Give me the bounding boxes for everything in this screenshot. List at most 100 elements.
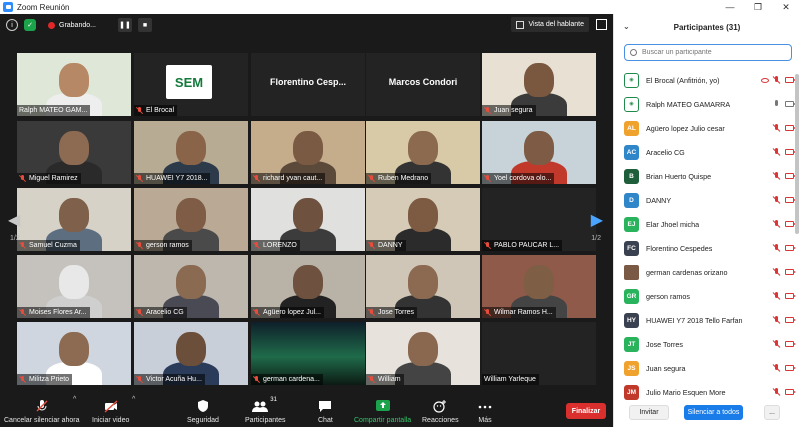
video-tile[interactable]: Miguel Ramirez — [17, 121, 131, 184]
tile-name-bar: gerson ramos — [134, 240, 192, 251]
participant-name: Brian Huerto Quispe — [646, 171, 712, 181]
video-tile[interactable]: german cardena... — [251, 322, 365, 385]
participants-button[interactable]: 31 Participantes — [245, 397, 286, 424]
camera-off-icon — [785, 389, 796, 395]
participant-row[interactable]: JS Juan segura — [614, 356, 796, 380]
tile-name-bar: DANNY — [366, 240, 406, 251]
audio-options-caret-icon[interactable]: ^ — [73, 396, 76, 403]
participant-row[interactable]: B Brian Huerto Quispe — [614, 164, 796, 188]
tile-name-label: William — [378, 376, 401, 383]
video-tile[interactable]: HUAWEI Y7 2018... — [134, 121, 248, 184]
speaker-view-button[interactable]: Vista del hablante — [511, 17, 589, 32]
video-tile[interactable]: SEM El Brocal — [134, 53, 248, 116]
participant-search-box[interactable] — [624, 44, 792, 61]
participant-row[interactable]: D DANNY — [614, 188, 796, 212]
tile-name-label: Victor Acuña Hu... — [146, 376, 202, 383]
mic-off-icon — [253, 309, 260, 316]
participant-row[interactable]: AC Aracelio CG — [614, 140, 796, 164]
person-face — [293, 198, 323, 232]
participant-row[interactable]: german cardenas orizano — [614, 260, 796, 284]
person-face — [408, 131, 438, 165]
info-icon[interactable]: i — [6, 19, 18, 31]
chat-button[interactable]: Chat — [318, 399, 333, 424]
video-tile[interactable]: PABLO PAUCAR L... — [482, 188, 596, 251]
invite-button[interactable]: Invitar — [629, 405, 669, 420]
record-dot-icon — [48, 21, 55, 29]
mute-all-button[interactable]: Silenciar a todos — [684, 405, 743, 420]
previous-page-arrow-icon[interactable]: ◀ — [8, 210, 20, 230]
fullscreen-icon[interactable] — [596, 19, 607, 30]
collapse-chevron-icon[interactable]: ⌄ — [623, 22, 630, 31]
reactions-button[interactable]: Reacciones — [422, 399, 459, 424]
participant-row[interactable]: ◉ Ralph MATEO GAMARRA — [614, 92, 796, 116]
participant-name: german cardenas orizano — [646, 267, 728, 277]
camera-off-icon — [785, 221, 796, 227]
participant-row[interactable]: FC Florentino Cespedes — [614, 236, 796, 260]
share-screen-icon — [375, 399, 390, 413]
participants-count: 31 — [270, 397, 277, 403]
participant-row[interactable]: AL Agüero lopez Julio cesar — [614, 116, 796, 140]
tile-name-label: Moises Flores Ar... — [29, 309, 87, 316]
participants-panel-footer: Invitar Silenciar a todos ... — [614, 397, 800, 427]
video-tile[interactable]: gerson ramos — [134, 188, 248, 251]
video-tile[interactable]: Ralph MATEO GAM... — [17, 53, 131, 116]
video-tile[interactable]: Jose Torres — [366, 255, 480, 318]
pause-recording-button[interactable]: ❚❚ — [117, 18, 132, 32]
start-video-button[interactable]: Iniciar video — [92, 399, 129, 424]
unmute-button[interactable]: Cancelar silenciar ahora — [4, 399, 79, 424]
maximize-button[interactable]: ❐ — [744, 0, 772, 14]
participant-row[interactable]: HY HUAWEI Y7 2018 Tello Farfan — [614, 308, 796, 332]
video-tile[interactable]: Florentino Cesp... — [251, 53, 365, 116]
video-tile[interactable]: Aracelio CG — [134, 255, 248, 318]
tile-name-label: HUAWEI Y7 2018... — [146, 175, 208, 182]
person-face — [524, 265, 554, 299]
video-tile[interactable]: Agüero lopez Jul... — [251, 255, 365, 318]
video-tile[interactable]: Juan segura — [482, 53, 596, 116]
share-screen-button[interactable]: Compartir pantalla — [354, 399, 411, 424]
video-tile[interactable]: Moises Flores Ar... — [17, 255, 131, 318]
participant-row[interactable]: JT Jose Torres — [614, 332, 796, 356]
tile-name-label: Yoel cordova olo... — [494, 175, 552, 182]
video-options-caret-icon[interactable]: ^ — [132, 396, 135, 403]
avatar: FC — [624, 240, 639, 256]
video-tile[interactable]: Victor Acuña Hu... — [134, 322, 248, 385]
video-tile[interactable]: Wilmar Ramos H... — [482, 255, 596, 318]
video-tile[interactable]: Samuel Cuzma — [17, 188, 131, 251]
next-page-arrow-icon[interactable]: ▶ — [591, 210, 603, 230]
participant-row[interactable]: ◉ El Brocal (Anfitrión, yo) — [614, 68, 796, 92]
mic-off-icon — [19, 376, 26, 383]
participant-row[interactable]: GR gerson ramos — [614, 284, 796, 308]
video-tile[interactable]: William Yarleque — [482, 322, 596, 385]
panel-more-button[interactable]: ... — [764, 405, 780, 420]
video-tile[interactable]: Yoel cordova olo... — [482, 121, 596, 184]
stop-recording-button[interactable]: ■ — [137, 18, 152, 32]
tile-name-bar: HUAWEI Y7 2018... — [134, 173, 211, 184]
shield-icon[interactable]: ✓ — [24, 19, 36, 31]
security-button[interactable]: Seguridad — [187, 399, 219, 424]
video-tile[interactable]: William — [366, 322, 480, 385]
video-tile[interactable]: LORENZO — [251, 188, 365, 251]
minimize-button[interactable]: — — [716, 0, 744, 14]
mic-off-icon — [773, 388, 781, 396]
participants-label: Participantes — [245, 417, 286, 424]
person-face — [59, 198, 89, 232]
camera-off-icon — [785, 317, 796, 323]
video-tile[interactable]: Marcos Condori — [366, 53, 480, 116]
camera-off-icon — [785, 341, 796, 347]
participant-row[interactable]: EJ Elar Jhoel micha — [614, 212, 796, 236]
tile-name-bar: Samuel Cuzma — [17, 240, 80, 251]
close-button[interactable]: ✕ — [772, 0, 800, 14]
tile-name-bar: Agüero lopez Jul... — [251, 307, 324, 318]
participant-list-scrollbar[interactable] — [795, 74, 799, 234]
video-tile[interactable]: Militza Prieto — [17, 322, 131, 385]
person-face — [176, 131, 206, 165]
recording-indicator: Grabando... — [42, 17, 102, 33]
end-meeting-button[interactable]: Finalizar — [566, 403, 606, 419]
video-tile[interactable]: richard yvan caut... — [251, 121, 365, 184]
participant-search-input[interactable] — [641, 49, 791, 56]
video-tile[interactable]: DANNY — [366, 188, 480, 251]
tile-name-bar: german cardena... — [251, 374, 323, 385]
window-title: Zoom Reunión — [17, 2, 70, 12]
video-tile[interactable]: Ruben Medrano — [366, 121, 480, 184]
more-button[interactable]: Más — [478, 399, 492, 424]
